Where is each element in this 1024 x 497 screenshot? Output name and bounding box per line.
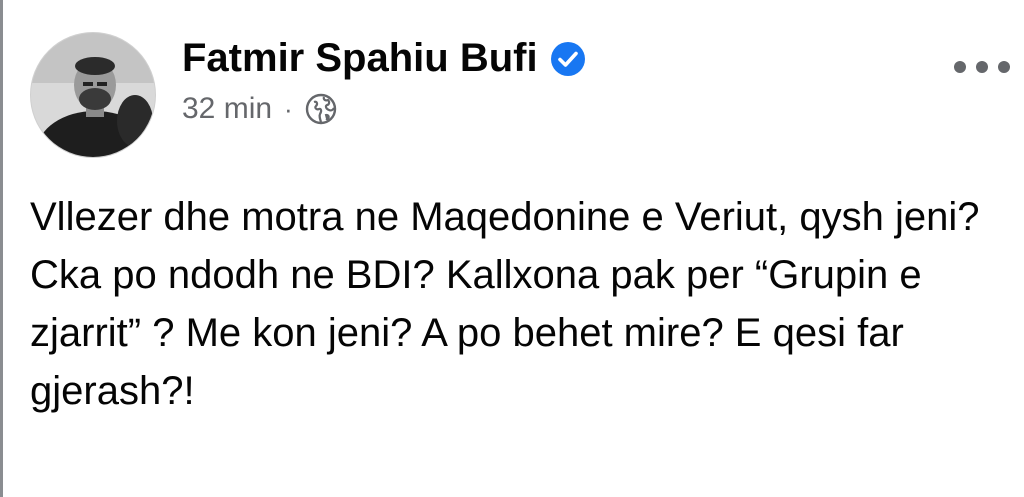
globe-icon[interactable]: [305, 93, 337, 125]
author-name[interactable]: Fatmir Spahiu Bufi: [182, 36, 538, 81]
more-dot: [976, 61, 988, 73]
more-dot: [998, 61, 1010, 73]
more-options-icon[interactable]: [954, 52, 1010, 82]
author-name-row: Fatmir Spahiu Bufi: [182, 36, 586, 81]
left-edge-border: [0, 0, 3, 497]
post-meta: 32 min ·: [182, 92, 337, 126]
verified-badge-icon: [550, 41, 586, 77]
meta-separator: ·: [284, 93, 293, 124]
post-timestamp[interactable]: 32 min: [182, 92, 272, 126]
post-paragraph: Vllezer dhe motra ne Maqedonine e Veriut…: [30, 195, 980, 239]
post-header: Fatmir Spahiu Bufi 32 min ·: [30, 32, 1010, 162]
more-dot: [954, 61, 966, 73]
author-avatar[interactable]: [30, 32, 156, 158]
post-paragraph: Cka po ndodh ne BDI? Kallxona pak per “G…: [30, 253, 922, 413]
post-body: Vllezer dhe motra ne Maqedonine e Veriut…: [30, 188, 1000, 420]
